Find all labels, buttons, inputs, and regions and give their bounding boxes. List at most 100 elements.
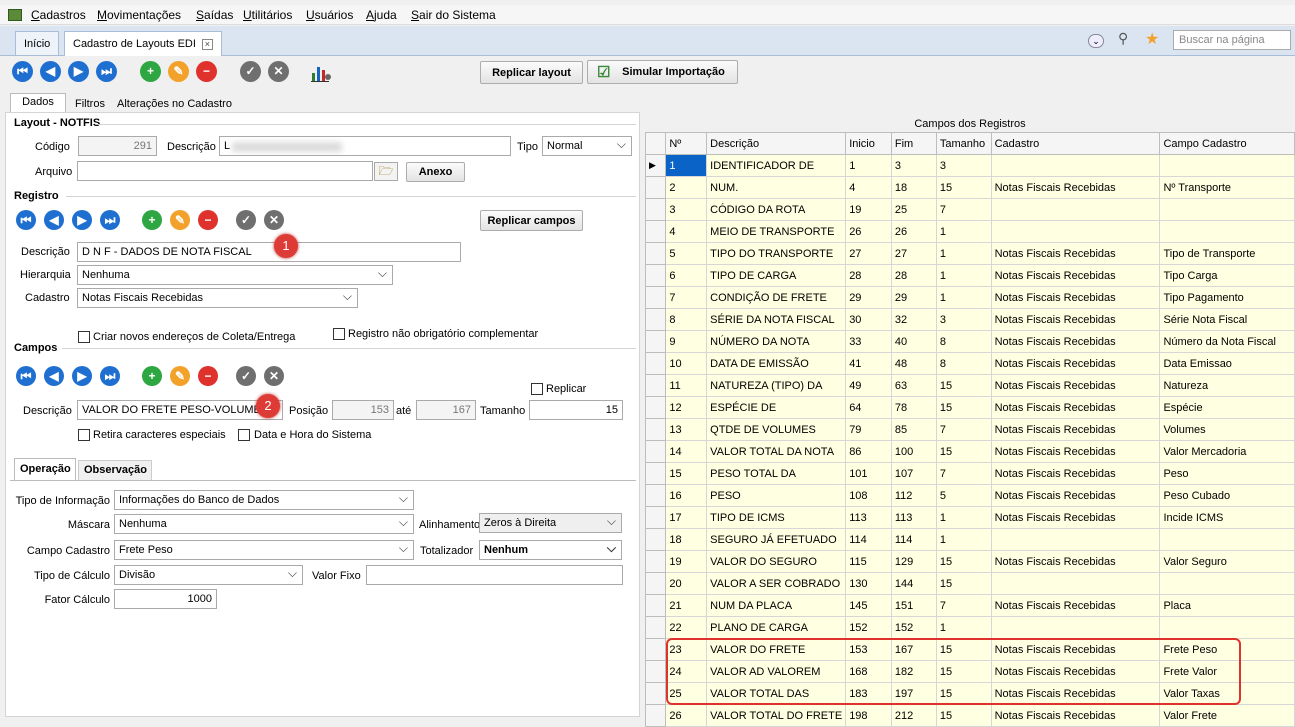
cell-inicio[interactable]: 26 — [845, 220, 892, 243]
row-indicator[interactable] — [644, 484, 667, 507]
campos-add-icon[interactable]: + — [142, 366, 162, 386]
cell-cadastro[interactable]: Notas Fiscais Recebidas — [990, 506, 1161, 529]
tab-alteracoes[interactable]: Alterações no Cadastro — [111, 95, 238, 113]
cell-cadastro[interactable] — [990, 616, 1161, 639]
cell-cadastro[interactable]: Notas Fiscais Recebidas — [990, 396, 1161, 419]
previous-record-icon[interactable]: ◀ — [40, 61, 61, 82]
first-record-icon[interactable]: ⏮ — [12, 61, 33, 82]
cell-cadastro[interactable] — [990, 198, 1161, 221]
cell-fim[interactable]: 27 — [890, 242, 937, 265]
cell-tamanho[interactable]: 15 — [935, 374, 992, 397]
cell-campo-cadastro[interactable] — [1159, 572, 1295, 595]
cell-cadastro[interactable]: Notas Fiscais Recebidas — [990, 418, 1161, 441]
confirm-icon[interactable]: ✓ — [240, 61, 261, 82]
registro-first-icon[interactable]: ⏮ — [16, 210, 36, 230]
tab-operacao[interactable]: Operação — [14, 458, 76, 480]
anexo-button[interactable]: Anexo — [406, 162, 465, 182]
cell-numero[interactable]: 17 — [665, 506, 708, 529]
cell-fim[interactable]: 114 — [890, 528, 937, 551]
cell-inicio[interactable]: 1 — [845, 154, 892, 177]
registro-cancel-icon[interactable]: ✕ — [264, 210, 284, 230]
cell-numero[interactable]: 13 — [665, 418, 708, 441]
arquivo-field[interactable] — [77, 161, 373, 181]
cell-inicio[interactable]: 49 — [845, 374, 892, 397]
table-row[interactable]: 21 NUM DA PLACA 145 151 7 Notas Fiscais Receb… — [644, 594, 1295, 617]
table-row[interactable]: 16 PESO 108 112 5 Notas Fiscais Recebidas Peso… — [644, 484, 1295, 507]
cell-cadastro[interactable]: Notas Fiscais Recebidas — [990, 462, 1161, 485]
cell-inicio[interactable]: 28 — [845, 264, 892, 287]
cell-numero[interactable]: 19 — [665, 550, 708, 573]
row-indicator[interactable] — [644, 440, 667, 463]
campo-cadastro-select[interactable]: Frete Peso — [114, 540, 414, 560]
cell-cadastro[interactable]: Notas Fiscais Recebidas — [990, 440, 1161, 463]
menu-movimentacoes[interactable]: Movimentações — [97, 8, 181, 22]
cell-inicio[interactable]: 30 — [845, 308, 892, 331]
cell-campo-cadastro[interactable]: Placa — [1159, 594, 1295, 617]
campos-prev-icon[interactable]: ◀ — [44, 366, 64, 386]
cell-fim[interactable]: 113 — [890, 506, 937, 529]
cell-tamanho[interactable]: 15 — [935, 440, 992, 463]
cell-descricao[interactable]: SÉRIE DA NOTA FISCAL — [706, 308, 847, 331]
tab-inicio[interactable]: Início — [15, 31, 60, 55]
cell-tamanho[interactable]: 15 — [935, 176, 992, 199]
cell-numero[interactable]: 16 — [665, 484, 708, 507]
tab-filtros[interactable]: Filtros — [69, 95, 111, 113]
cell-campo-cadastro[interactable] — [1159, 154, 1295, 177]
cell-descricao[interactable]: VALOR TOTAL DA NOTA — [706, 440, 847, 463]
row-indicator[interactable] — [644, 594, 667, 617]
table-row[interactable]: 14 VALOR TOTAL DA NOTA 86 100 15 Notas Fiscai… — [644, 440, 1295, 463]
cell-inicio[interactable]: 101 — [845, 462, 892, 485]
cell-numero[interactable]: 10 — [665, 352, 708, 375]
tab-observacao[interactable]: Observação — [78, 460, 152, 480]
cell-descricao[interactable]: MEIO DE TRANSPORTE — [706, 220, 847, 243]
campos-descricao-field[interactable]: VALOR DO FRETE PESO-VOLUME — [77, 400, 283, 420]
cell-fim[interactable]: 18 — [890, 176, 937, 199]
row-indicator[interactable] — [644, 330, 667, 353]
data-hora-checkbox[interactable] — [238, 429, 250, 441]
cell-tamanho[interactable]: 3 — [935, 308, 992, 331]
valor-fixo-field[interactable] — [366, 565, 623, 585]
cell-descricao[interactable]: NUM. — [706, 176, 847, 199]
cell-campo-cadastro[interactable]: Série Nota Fiscal — [1159, 308, 1295, 331]
alinhamento-select[interactable]: Zeros à Direita — [479, 513, 622, 533]
hierarquia-select[interactable]: Nenhuma — [77, 265, 393, 285]
replicar-layout-button[interactable]: Replicar layout — [480, 61, 583, 84]
cell-tamanho[interactable]: 1 — [935, 264, 992, 287]
cell-fim[interactable]: 26 — [890, 220, 937, 243]
cell-tamanho[interactable]: 1 — [935, 220, 992, 243]
mascara-select[interactable]: Nenhuma — [114, 514, 414, 534]
cell-numero[interactable]: 3 — [665, 198, 708, 221]
cell-tamanho[interactable]: 15 — [935, 704, 992, 727]
table-row[interactable]: 26 VALOR TOTAL DO FRETE 198 212 15 Notas Fisc… — [644, 704, 1295, 727]
close-icon[interactable]: × — [201, 38, 213, 50]
registro-last-icon[interactable]: ⏭ — [100, 210, 120, 230]
cell-numero[interactable]: 22 — [665, 616, 708, 639]
cell-descricao[interactable]: CONDIÇÃO DE FRETE — [706, 286, 847, 309]
cell-descricao[interactable]: VALOR DO SEGURO — [706, 550, 847, 573]
row-indicator[interactable] — [644, 506, 667, 529]
cell-inicio[interactable]: 145 — [845, 594, 892, 617]
cell-numero[interactable]: 15 — [665, 462, 708, 485]
favorite-star-icon[interactable]: ★ — [1145, 29, 1159, 49]
row-indicator[interactable] — [644, 220, 667, 243]
cell-inicio[interactable]: 108 — [845, 484, 892, 507]
table-row[interactable]: 15 PESO TOTAL DA 101 107 7 Notas Fiscais Rece… — [644, 462, 1295, 485]
row-indicator[interactable] — [644, 660, 667, 683]
cell-fim[interactable]: 129 — [890, 550, 937, 573]
row-indicator[interactable] — [644, 242, 667, 265]
cell-numero[interactable]: 1 — [665, 154, 708, 177]
cell-tamanho[interactable]: 15 — [935, 396, 992, 419]
cell-fim[interactable]: 63 — [890, 374, 937, 397]
cell-tamanho[interactable]: 1 — [935, 242, 992, 265]
cell-descricao[interactable]: DATA DE EMISSÃO — [706, 352, 847, 375]
row-indicator[interactable] — [644, 462, 667, 485]
cell-tamanho[interactable]: 8 — [935, 330, 992, 353]
cell-campo-cadastro[interactable]: Valor Frete — [1159, 704, 1295, 727]
menu-cadastros[interactable]: Cadastros — [31, 8, 86, 22]
table-row[interactable]: 13 QTDE DE VOLUMES 79 85 7 Notas Fiscais Rece… — [644, 418, 1295, 441]
row-indicator[interactable] — [644, 572, 667, 595]
cell-cadastro[interactable] — [990, 528, 1161, 551]
cell-fim[interactable]: 78 — [890, 396, 937, 419]
table-row[interactable]: 10 DATA DE EMISSÃO 41 48 8 Notas Fiscais Rece… — [644, 352, 1295, 375]
registro-prev-icon[interactable]: ◀ — [44, 210, 64, 230]
